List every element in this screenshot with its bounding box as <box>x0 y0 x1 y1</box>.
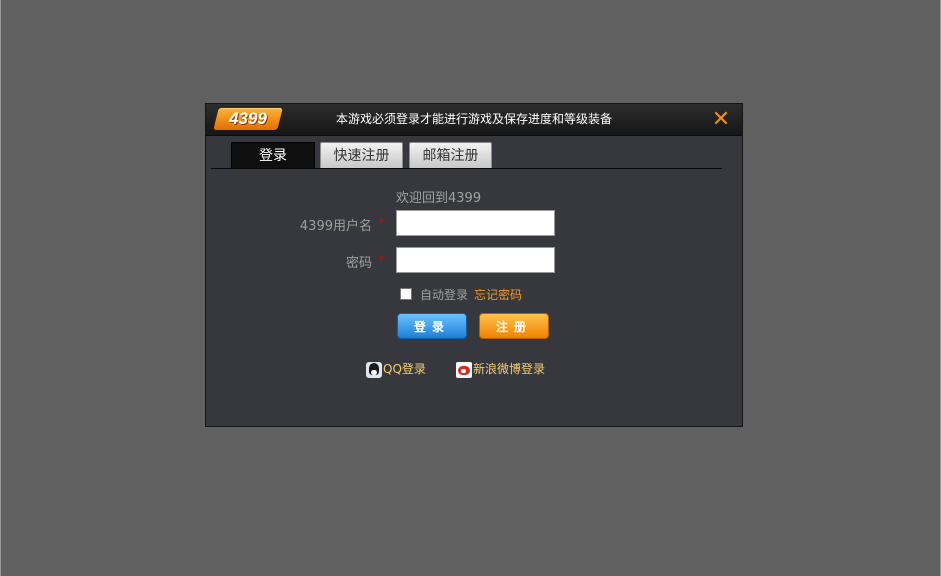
password-label: 密码 <box>345 256 372 271</box>
tab-quick-register[interactable]: 快速注册 <box>320 142 403 169</box>
auto-login-label: 自动登录 <box>420 288 469 302</box>
dialog-titlebar: 4399 本游戏必须登录才能进行游戏及保存进度和等级装备 ✕ <box>206 104 742 136</box>
login-button[interactable]: 登录 <box>397 313 467 339</box>
password-required-mark: * <box>378 253 385 269</box>
tab-email-register[interactable]: 邮箱注册 <box>409 142 492 169</box>
weibo-login-link[interactable]: 新浪微博登录 <box>456 360 545 378</box>
tab-login[interactable]: 登录 <box>231 142 315 169</box>
auto-login-checkbox[interactable] <box>400 288 412 300</box>
weibo-icon <box>456 361 472 378</box>
window-edge-left <box>0 0 1 576</box>
weibo-login-label: 新浪微博登录 <box>473 362 546 376</box>
username-required-mark: * <box>378 216 385 232</box>
qq-login-link[interactable]: QQ登录 <box>366 360 426 378</box>
qq-login-label: QQ登录 <box>383 362 426 376</box>
forgot-password-link[interactable]: 忘记密码 <box>474 286 522 303</box>
qq-icon <box>366 361 382 378</box>
register-button[interactable]: 注册 <box>479 313 549 339</box>
welcome-text: 欢迎回到4399 <box>396 191 482 206</box>
close-icon[interactable]: ✕ <box>710 109 732 131</box>
dialog-title: 本游戏必须登录才能进行游戏及保存进度和等级装备 <box>335 112 612 126</box>
login-dialog: 4399 本游戏必须登录才能进行游戏及保存进度和等级装备 ✕ 登录 快速注册 邮… <box>205 103 743 427</box>
username-label: 4399用户名 <box>299 219 372 234</box>
username-input[interactable] <box>396 210 555 236</box>
password-input[interactable] <box>396 247 555 273</box>
tab-divider <box>211 168 722 169</box>
